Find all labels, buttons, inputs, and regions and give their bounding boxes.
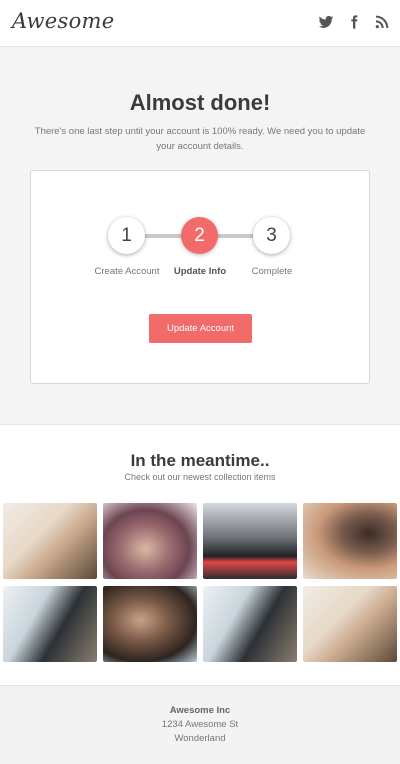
collection-item-image[interactable] <box>203 586 297 662</box>
rss-icon[interactable] <box>374 14 390 30</box>
collection-item-image[interactable] <box>203 503 297 579</box>
twitter-icon[interactable] <box>318 14 334 30</box>
hero-subtitle: There's one last step until your account… <box>34 126 366 152</box>
footer-address-line2: Wonderland <box>174 733 226 744</box>
logo[interactable]: Awesome <box>12 9 115 33</box>
step-1-circle: 1 <box>108 217 145 254</box>
facebook-icon[interactable] <box>346 14 362 30</box>
hero-section: Almost done! There's one last step until… <box>0 48 400 425</box>
collection-item-image[interactable] <box>3 586 97 662</box>
social-links <box>318 14 390 30</box>
step-3-label: Complete <box>251 266 293 277</box>
collection-item-image[interactable] <box>3 503 97 579</box>
footer: Awesome Inc 1234 Awesome St Wonderland <box>0 685 400 764</box>
collection-section: In the meantime.. Check out our newest c… <box>0 425 400 685</box>
progress-card: 1 2 3 Create Account Update Info Complet… <box>30 170 370 384</box>
page-title: Almost done! <box>129 90 271 115</box>
header-bar: Awesome <box>0 0 400 47</box>
update-account-button[interactable]: Update Account <box>149 314 252 343</box>
section-subtitle: Check out our newest collection items <box>124 472 276 482</box>
step-3-circle: 3 <box>253 217 290 254</box>
collection-item-image[interactable] <box>303 503 397 579</box>
footer-company: Awesome Inc <box>169 705 231 716</box>
footer-address-line1: 1234 Awesome St <box>161 719 239 730</box>
section-title: In the meantime.. <box>130 451 270 470</box>
collection-item-image[interactable] <box>103 586 197 662</box>
step-2-circle: 2 <box>181 217 218 254</box>
collection-item-image[interactable] <box>303 586 397 662</box>
collection-item-image[interactable] <box>103 503 197 579</box>
